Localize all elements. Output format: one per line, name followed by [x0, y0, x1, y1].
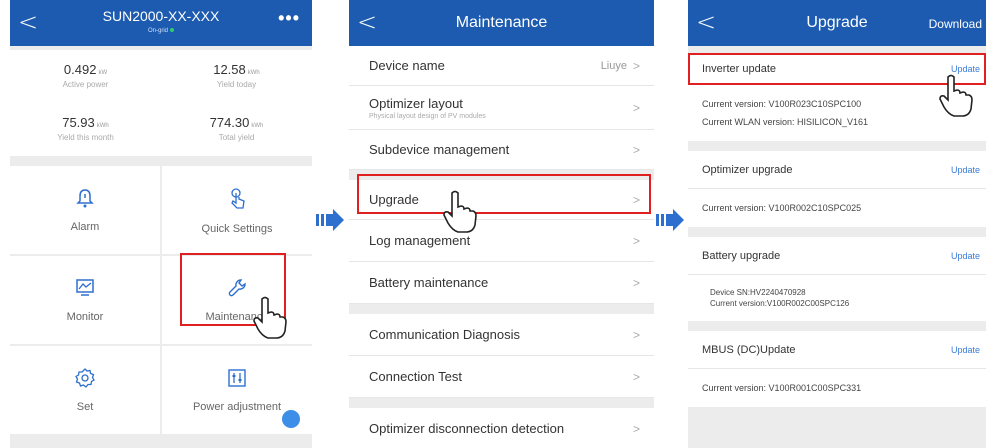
- divider: [688, 141, 986, 151]
- divider: [349, 304, 654, 314]
- list-item-device-name[interactable]: Device name Liuye >: [349, 46, 654, 86]
- pointing-hand-icon: [253, 296, 287, 339]
- more-menu-icon[interactable]: •••: [278, 8, 300, 29]
- status-dot-icon: [170, 28, 174, 33]
- optimizer-version-info: Current version: V100R002C10SPC025: [688, 189, 986, 227]
- stats-card: 0.492 kW Active power 12.58 kWh Yield toda…: [10, 50, 312, 156]
- chevron-right-icon: >: [632, 100, 640, 115]
- list-item-optimizer-disconnection[interactable]: Optimizer disconnection detection >: [349, 408, 654, 448]
- list-item-comm-diagnosis[interactable]: Communication Diagnosis >: [349, 314, 654, 356]
- optimizer-update-button[interactable]: Update: [951, 165, 980, 175]
- tile-alarm[interactable]: Alarm: [10, 166, 160, 254]
- battery-upgrade-row: Battery upgrade Update: [688, 237, 986, 275]
- tile-set[interactable]: Set: [10, 346, 160, 434]
- pointing-hand-icon: [443, 190, 477, 233]
- battery-update-button[interactable]: Update: [951, 251, 980, 261]
- pointing-hand-icon: [939, 74, 973, 117]
- chevron-right-icon: >: [632, 233, 640, 248]
- list-item-battery[interactable]: Battery maintenance >: [349, 262, 654, 304]
- upgrade-header: < Upgrade Download: [688, 0, 986, 46]
- stat-yield-today: 12.58 kWh Yield today: [213, 62, 260, 89]
- device-title: SUN2000-XX-XXX: [102, 8, 220, 24]
- list-item-connection-test[interactable]: Connection Test >: [349, 356, 654, 398]
- bell-icon: [76, 189, 94, 208]
- download-button[interactable]: Download: [929, 17, 982, 31]
- sliders-icon: [228, 369, 246, 387]
- flow-arrow-1: [316, 209, 344, 231]
- chevron-right-icon: >: [632, 275, 640, 290]
- status-badge: On-grid: [10, 28, 312, 34]
- list-item-log[interactable]: Log management >: [349, 220, 654, 262]
- home-screen: < SUN2000-XX-XXX On-grid ••• 0.492 kW Act…: [10, 0, 312, 448]
- mbus-version-info: Current version: V100R001C00SPC331: [688, 369, 986, 407]
- touch-icon: [231, 188, 245, 209]
- page-title: Maintenance: [455, 14, 548, 31]
- divider: [349, 398, 654, 408]
- monitor-icon: [76, 279, 94, 296]
- battery-version-info: Device SN:HV2240470928 Current version:V…: [688, 275, 986, 321]
- chevron-right-icon: >: [632, 421, 640, 436]
- stat-yield-month: 75.93 kWh Yield this month: [57, 115, 114, 142]
- home-header: < SUN2000-XX-XXX On-grid •••: [10, 0, 312, 46]
- mbus-update-row: MBUS (DC)Update Update: [688, 331, 986, 369]
- chart-fab-icon[interactable]: [282, 410, 300, 428]
- stat-active-power: 0.492 kW Active power: [62, 62, 109, 89]
- tile-power-adjustment[interactable]: Power adjustment: [162, 346, 312, 434]
- stat-total-yield: 774.30 kWh Total yield: [209, 115, 264, 142]
- optimizer-upgrade-row: Optimizer upgrade Update: [688, 151, 986, 189]
- tile-monitor[interactable]: Monitor: [10, 256, 160, 344]
- tile-quick-settings[interactable]: Quick Settings: [162, 166, 312, 254]
- gear-icon: [75, 368, 95, 388]
- mbus-update-button[interactable]: Update: [951, 345, 980, 355]
- highlight-upgrade: [357, 174, 651, 214]
- list-item-subdevice[interactable]: Subdevice management >: [349, 130, 654, 170]
- divider: [688, 227, 986, 237]
- maintenance-list: Device name Liuye > Optimizer layout Phys…: [349, 46, 654, 448]
- divider: [688, 321, 986, 331]
- chevron-right-icon: >: [632, 327, 640, 342]
- maintenance-screen: < Maintenance Device name Liuye > Optimi…: [349, 0, 654, 448]
- flow-arrow-2: [656, 209, 684, 231]
- maintenance-header: < Maintenance: [349, 0, 654, 46]
- list-item-optimizer-layout[interactable]: Optimizer layout Physical layout design o…: [349, 86, 654, 130]
- chevron-right-icon: >: [632, 58, 640, 73]
- chevron-right-icon: >: [632, 369, 640, 384]
- chevron-right-icon: >: [632, 142, 640, 157]
